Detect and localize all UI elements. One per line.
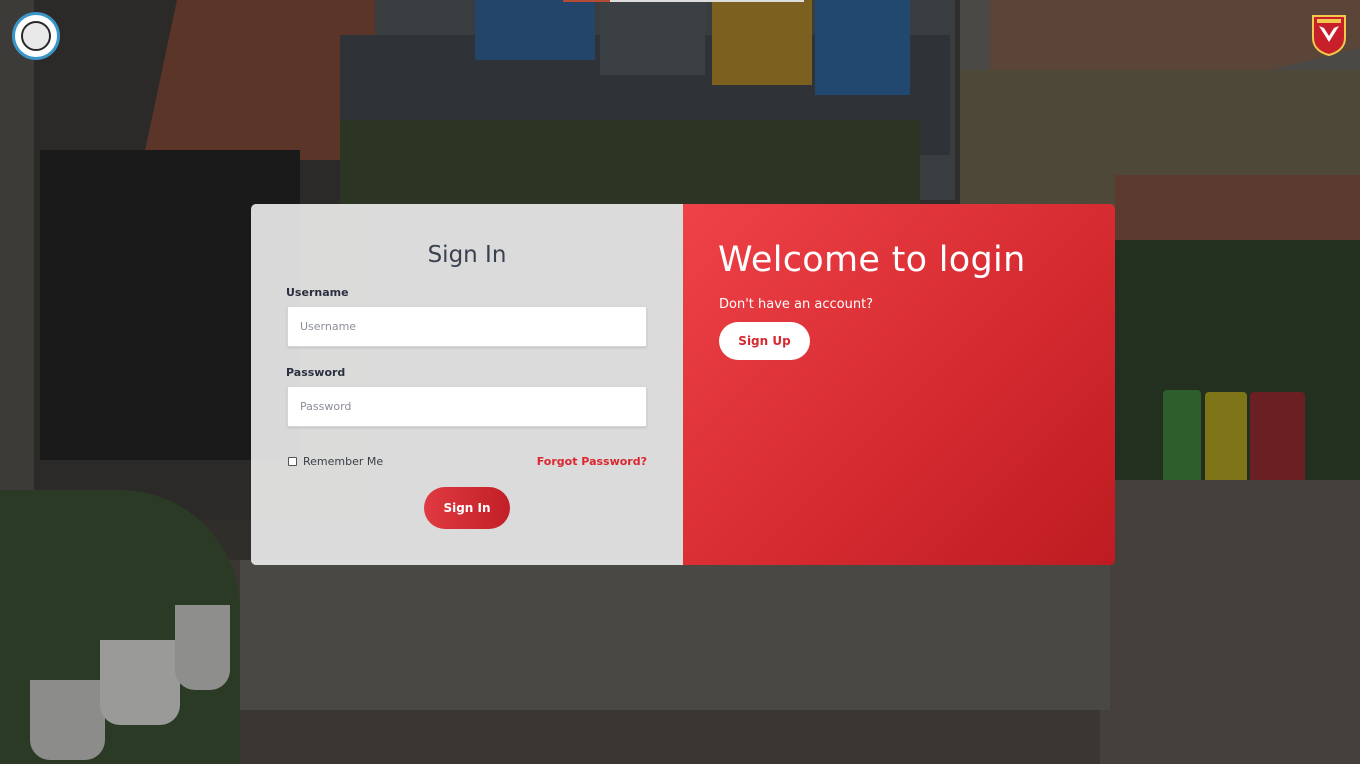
signin-panel: Sign In Username Password Remember Me Fo… [251,204,683,565]
remember-me-label: Remember Me [303,455,384,468]
signin-button[interactable]: Sign In [424,487,510,529]
welcome-panel: Welcome to login Don't have an account? … [683,204,1115,565]
password-input[interactable] [287,386,647,427]
welcome-subtitle: Don't have an account? [719,297,874,312]
signup-button[interactable]: Sign Up [719,322,810,360]
remember-me[interactable]: Remember Me [288,455,383,468]
password-label: Password [286,366,346,379]
username-label: Username [286,286,349,299]
login-card: Sign In Username Password Remember Me Fo… [251,204,1115,565]
username-input[interactable] [287,306,647,347]
shield-emblem-icon[interactable] [1311,14,1347,56]
welcome-title: Welcome to login [718,240,1026,280]
remember-me-checkbox[interactable] [288,457,297,466]
signin-title: Sign In [427,242,507,268]
school-emblem-icon[interactable] [12,12,60,60]
forgot-password-link[interactable]: Forgot Password? [537,455,647,468]
